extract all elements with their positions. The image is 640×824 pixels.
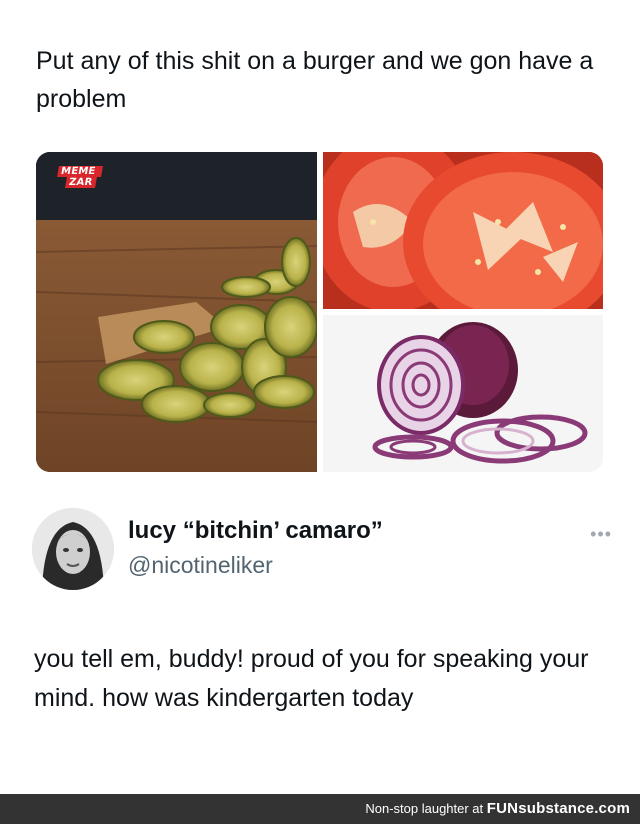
- reply-text: you tell em, buddy! proud of you for spe…: [34, 645, 589, 712]
- avatar[interactable]: [32, 508, 114, 590]
- author-names: lucy “bitchin’ camaro” @nicotineliker: [128, 516, 383, 580]
- footer-brand[interactable]: FUNsubstance.com: [487, 800, 630, 817]
- tomato-image[interactable]: [323, 152, 603, 309]
- pickles-image[interactable]: MEME ZAR: [36, 152, 317, 472]
- footer-bar: Non-stop laughter at FUNsubstance.com: [0, 794, 640, 824]
- tweet-text: Put any of this shit on a burger and we …: [36, 47, 594, 113]
- reply-author: lucy “bitchin’ camaro” @nicotineliker ••…: [32, 508, 622, 598]
- more-options-icon[interactable]: •••: [590, 524, 612, 545]
- handle[interactable]: @nicotineliker: [128, 550, 383, 580]
- watermark-line-1: MEME: [57, 166, 103, 177]
- onion-image[interactable]: [323, 315, 603, 472]
- watermark-logo: MEME ZAR: [57, 166, 103, 188]
- media-grid[interactable]: MEME ZAR: [36, 152, 603, 472]
- watermark-line-2: ZAR: [65, 177, 97, 188]
- footer-tagline: Non-stop laughter at: [365, 801, 487, 816]
- footer-credit: Non-stop laughter at FUNsubstance.com: [365, 800, 630, 818]
- display-name[interactable]: lucy “bitchin’ camaro”: [128, 516, 383, 546]
